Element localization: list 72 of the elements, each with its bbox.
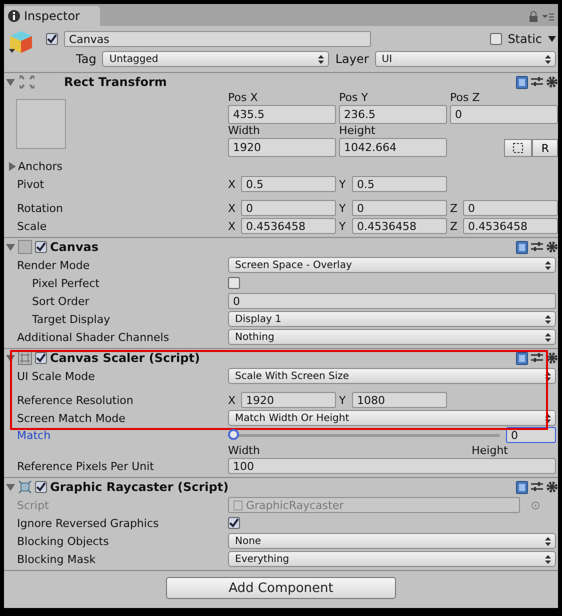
name-field[interactable]: Canvas <box>64 31 371 47</box>
axis-label: Y <box>339 202 347 214</box>
dropdown[interactable]: Screen Space - Overlay <box>228 257 556 273</box>
field-label: Pos Z <box>450 91 481 104</box>
axis-label: Y <box>339 178 347 190</box>
field-label: Width <box>228 124 261 137</box>
component-title: Rect Transform <box>64 75 167 89</box>
component-title: Graphic Raycaster (Script) <box>50 480 229 494</box>
field-label: Pos X <box>228 91 259 104</box>
property-label: Render Mode <box>17 258 91 272</box>
axis-label: X <box>228 394 237 406</box>
number-field[interactable]: 1042.664 <box>339 138 447 157</box>
tag-label: Tag <box>76 52 96 66</box>
number-field[interactable]: 0.4536458 <box>352 218 447 234</box>
number-field[interactable]: 1920 <box>241 392 336 408</box>
number-field[interactable]: 236.5 <box>339 105 447 124</box>
dropdown[interactable]: Scale With Screen Size <box>228 368 556 384</box>
field-label: Pos Y <box>339 91 369 104</box>
axis-label: Y <box>339 394 347 406</box>
property-label: UI Scale Mode <box>17 370 96 382</box>
inspector-tab[interactable]: Inspector <box>4 6 100 26</box>
raw-edit-button[interactable]: R <box>532 139 558 157</box>
property-label: Screen Match Mode <box>17 412 126 424</box>
property-label: Pixel Perfect <box>31 276 100 290</box>
dropdown[interactable]: None <box>228 533 556 549</box>
number-field[interactable]: 0 <box>241 200 336 216</box>
property-label: Reference Resolution <box>17 394 134 406</box>
number-field[interactable]: 0.4536458 <box>463 218 558 234</box>
property-label: Rotation <box>17 202 64 214</box>
number-field[interactable]: 100 <box>228 458 556 474</box>
axis-label: X <box>228 220 237 232</box>
property-label: Blocking Mask <box>17 552 97 566</box>
axis-label: Y <box>339 220 347 232</box>
dropdown[interactable]: Nothing <box>228 329 556 345</box>
tag-dropdown[interactable]: Untagged <box>102 51 330 67</box>
component-title: Canvas <box>50 240 99 254</box>
slider-min-label: Width <box>228 444 260 456</box>
axis-label: Z <box>450 202 459 214</box>
number-field[interactable]: 0 <box>463 200 558 216</box>
property-label: Pivot <box>17 178 46 190</box>
axis-label: Z <box>450 220 459 232</box>
number-field[interactable]: 1080 <box>352 392 447 408</box>
dropdown[interactable]: Everything <box>228 551 556 567</box>
number-field[interactable]: 0 <box>450 105 558 124</box>
component-title: Canvas Scaler (Script) <box>50 351 200 365</box>
layer-dropdown[interactable]: UI <box>374 51 556 67</box>
number-field[interactable]: 0 <box>228 293 556 309</box>
number-field[interactable]: 1920 <box>228 138 336 157</box>
dropdown[interactable]: Match Width Or Height <box>228 410 556 426</box>
number-field[interactable]: 0.5 <box>352 176 447 192</box>
property-label: Reference Pixels Per Unit <box>17 460 155 472</box>
slider-max-label: Height <box>472 444 508 456</box>
property-label: Script <box>17 498 50 512</box>
dropdown[interactable]: Display 1 <box>228 311 556 327</box>
property-label: Sort Order <box>31 294 90 308</box>
layer-label: Layer <box>335 52 369 66</box>
foldout-label[interactable]: Anchors <box>18 160 62 172</box>
add-component-button[interactable]: Add Component <box>166 577 396 599</box>
static-label: Static <box>508 32 542 46</box>
axis-label: X <box>228 178 237 190</box>
number-field[interactable]: 0 <box>352 200 447 216</box>
property-label: Target Display <box>31 312 112 326</box>
property-label: Blocking Objects <box>17 534 110 548</box>
field-label: Height <box>339 124 376 137</box>
number-field[interactable]: 435.5 <box>228 105 336 124</box>
axis-label: X <box>228 202 237 214</box>
property-label: Ignore Reversed Graphics <box>17 516 160 530</box>
property-label: Match <box>17 428 52 442</box>
number-field[interactable]: 0.5 <box>241 176 336 192</box>
property-label: Scale <box>17 220 48 232</box>
number-field[interactable]: 0.4536458 <box>241 218 336 234</box>
property-label: Additional Shader Channels <box>17 330 170 344</box>
